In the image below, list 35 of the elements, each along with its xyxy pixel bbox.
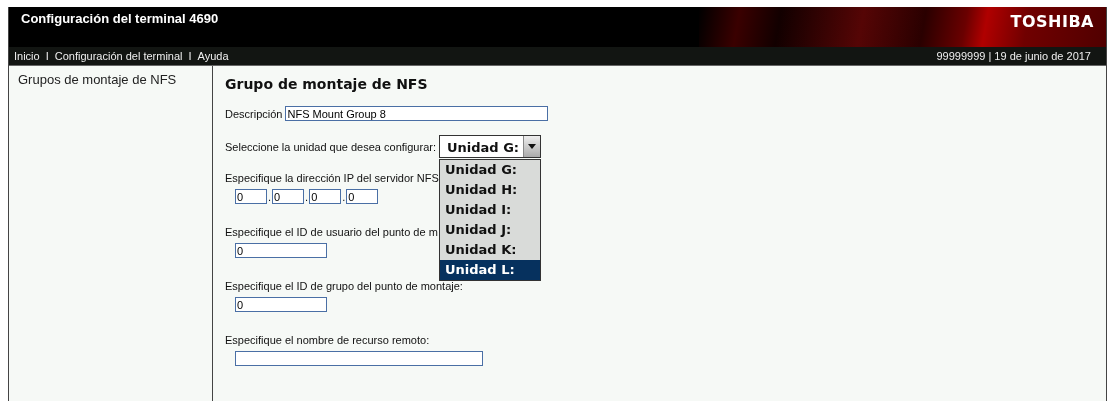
sidebar-item[interactable]: Grupos de montaje de NFS	[18, 72, 177, 87]
dropdown-option[interactable]: Unidad L:	[440, 260, 540, 280]
brand-logo: TOSHIBA	[1010, 11, 1095, 31]
dropdown-option[interactable]: Unidad K:	[440, 240, 540, 260]
ip-dot: .	[342, 190, 346, 203]
field-label: Seleccione la unidad que desea configurar:	[225, 140, 436, 153]
field-label: Especifique el ID de grupo del punto de montaje:	[225, 280, 463, 292]
field-label: Descripción	[225, 107, 283, 120]
remote-name-field[interactable]	[235, 351, 483, 366]
ip-dot: .	[268, 190, 272, 203]
ip-octet-field[interactable]: 0	[309, 189, 342, 204]
group-id-field[interactable]: 0	[235, 297, 327, 312]
dropdown-option[interactable]: Unidad H:	[440, 180, 540, 200]
drive-dropdown[interactable]: Unidad G:	[439, 135, 541, 158]
nav-link[interactable]: Ayuda	[197, 50, 229, 62]
ip-dot: .	[305, 190, 309, 203]
description-field[interactable]: NFS Mount Group 8	[285, 106, 549, 121]
nav-separator: I	[188, 50, 192, 62]
ip-octet-field[interactable]: 0	[235, 189, 267, 204]
ip-octet-field[interactable]: 0	[346, 189, 379, 204]
nav-link[interactable]: Configuración del terminal	[54, 50, 183, 62]
nav-separator: I	[45, 50, 49, 62]
status-text: 99999999 | 19 de junio de 2017	[936, 50, 1092, 62]
user-id-field[interactable]: 0	[235, 243, 327, 258]
dropdown-option[interactable]: Unidad G:	[440, 160, 540, 180]
form-title: Grupo de montaje de NFS	[225, 76, 429, 92]
field-label: Especifique la dirección IP del servidor NFS:	[225, 172, 442, 184]
dropdown-option[interactable]: Unidad I:	[440, 200, 540, 220]
ip-octet-field[interactable]: 0	[272, 189, 305, 204]
caret-icon	[528, 144, 536, 149]
field-label: Especifique el ID de usuario del punto de m	[225, 226, 438, 238]
dropdown-option[interactable]: Unidad J:	[440, 220, 540, 240]
window-title: Configuración del terminal 4690	[20, 10, 219, 28]
nav-link[interactable]: Inicio	[14, 50, 40, 62]
field-label: Especifique el nombre de recurso remoto:	[225, 334, 430, 346]
